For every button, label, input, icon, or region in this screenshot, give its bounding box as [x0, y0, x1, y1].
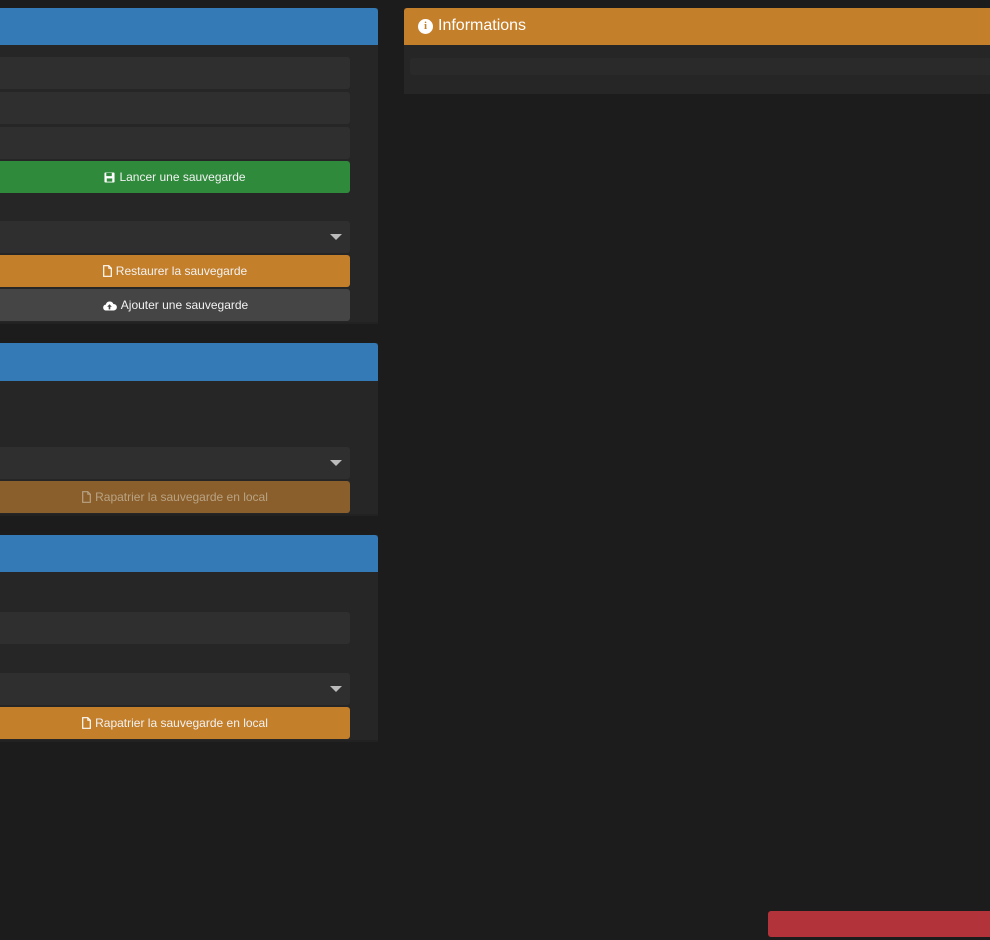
launch-backup-button[interactable]: Lancer une sauvegarde [0, 161, 350, 193]
remote-backup-panel-1-header [0, 343, 378, 381]
info-circle-icon: i [418, 18, 433, 34]
chevron-down-icon [330, 460, 342, 466]
floppy-disk-icon [104, 171, 115, 183]
launch-backup-label: Lancer une sauvegarde [119, 170, 246, 184]
info-panel: i Informations [404, 8, 990, 94]
backup-select[interactable] [0, 221, 350, 253]
remote-backup-select-1[interactable] [0, 447, 350, 479]
backup-panel: Lancer une sauvegarde Restaurer la sauve… [0, 8, 378, 324]
info-panel-header: i Informations [404, 8, 990, 45]
add-backup-button[interactable]: Ajouter une sauvegarde [0, 289, 350, 321]
fetch-local-label-2: Rapatrier la sauvegarde en local [95, 716, 268, 730]
remote-backup-panel-2: Rapatrier la sauvegarde en local [0, 535, 378, 742]
backup-panel-header [0, 8, 378, 45]
cloud-upload-icon [102, 301, 117, 310]
fetch-local-button-2[interactable]: Rapatrier la sauvegarde en local [0, 707, 350, 739]
remote-backup-field-2[interactable] [0, 612, 350, 644]
restore-backup-label: Restaurer la sauvegarde [115, 264, 248, 278]
chevron-down-icon [330, 234, 342, 240]
file-icon [82, 717, 92, 729]
restore-backup-button[interactable]: Restaurer la sauvegarde [0, 255, 350, 287]
fetch-local-label-1: Rapatrier la sauvegarde en local [95, 490, 268, 504]
add-backup-label: Ajouter une sauvegarde [120, 298, 249, 312]
chevron-down-icon [330, 686, 342, 692]
info-panel-content [410, 58, 990, 75]
info-panel-title-text: Informations [438, 17, 527, 34]
remote-backup-panel-1: Rapatrier la sauvegarde en local [0, 343, 378, 516]
file-icon [82, 491, 92, 503]
backup-field-3[interactable] [0, 127, 350, 159]
file-icon [102, 265, 112, 277]
remote-backup-panel-2-header [0, 535, 378, 572]
fetch-local-button-1[interactable]: Rapatrier la sauvegarde en local [0, 481, 350, 513]
remote-backup-select-2[interactable] [0, 673, 350, 705]
danger-button[interactable] [768, 911, 990, 937]
info-panel-title: i Informations [418, 8, 526, 44]
backup-field-2[interactable] [0, 92, 350, 124]
backup-field-1[interactable] [0, 57, 350, 89]
